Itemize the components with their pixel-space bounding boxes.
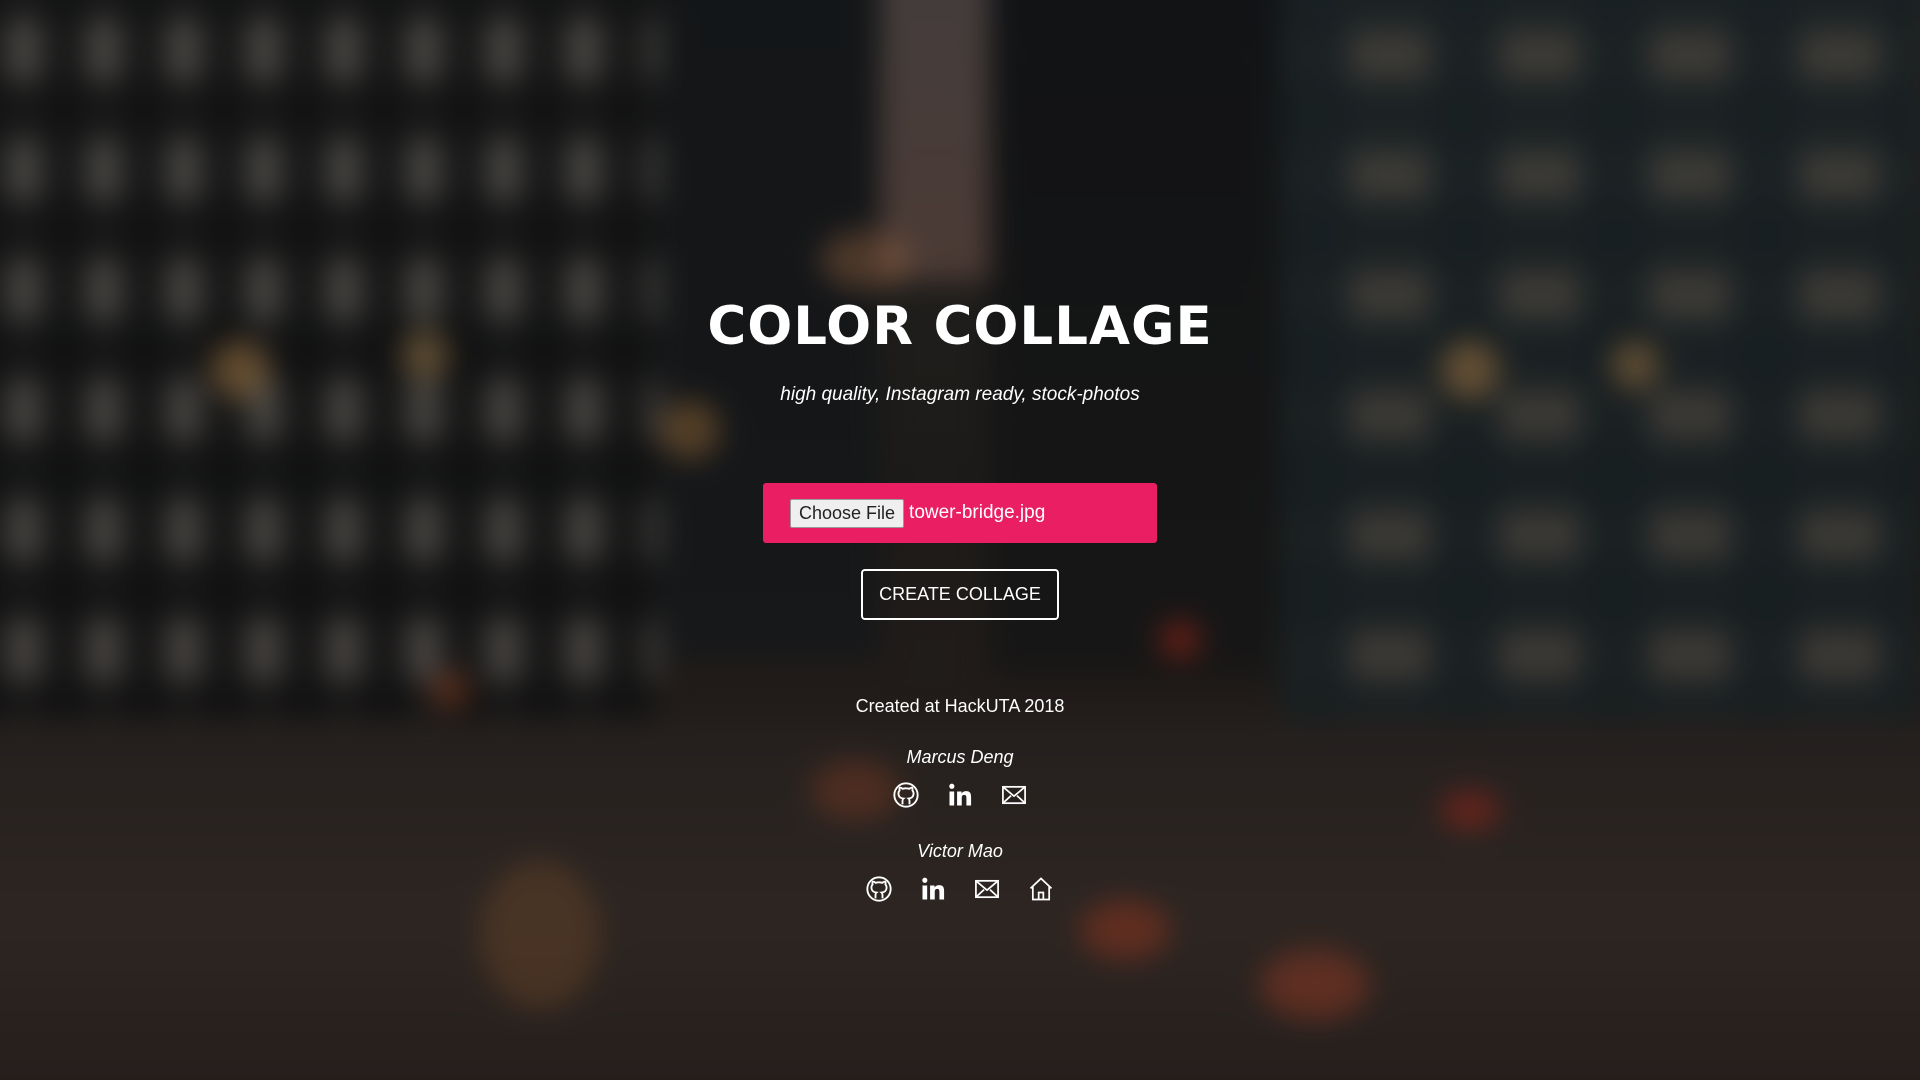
mail-icon[interactable] <box>1000 781 1028 809</box>
main-content: COLOR COLLAGE high quality, Instagram re… <box>0 0 1920 1080</box>
linkedin-icon[interactable] <box>946 781 974 809</box>
file-upload-box[interactable]: Choose File tower-bridge.jpg <box>763 483 1157 543</box>
credit-text: Created at HackUTA 2018 <box>855 696 1065 716</box>
mail-icon[interactable] <box>973 875 1001 903</box>
choose-file-button[interactable]: Choose File <box>790 498 905 528</box>
home-icon[interactable] <box>1027 875 1055 903</box>
author-links-victor <box>0 875 1920 903</box>
create-collage-button[interactable]: CREATE COLLAGE <box>861 569 1059 620</box>
github-icon[interactable] <box>892 781 920 809</box>
author-links-marcus <box>0 781 1920 809</box>
selected-file-name: tower-bridge.jpg <box>909 502 1046 523</box>
author-name-victor: Victor Mao <box>917 841 1003 861</box>
page-subtitle: high quality, Instagram ready, stock-pho… <box>780 384 1140 405</box>
github-icon[interactable] <box>865 875 893 903</box>
page-title: COLOR COLLAGE <box>707 296 1213 357</box>
linkedin-icon[interactable] <box>919 875 947 903</box>
author-name-marcus: Marcus Deng <box>906 747 1014 767</box>
